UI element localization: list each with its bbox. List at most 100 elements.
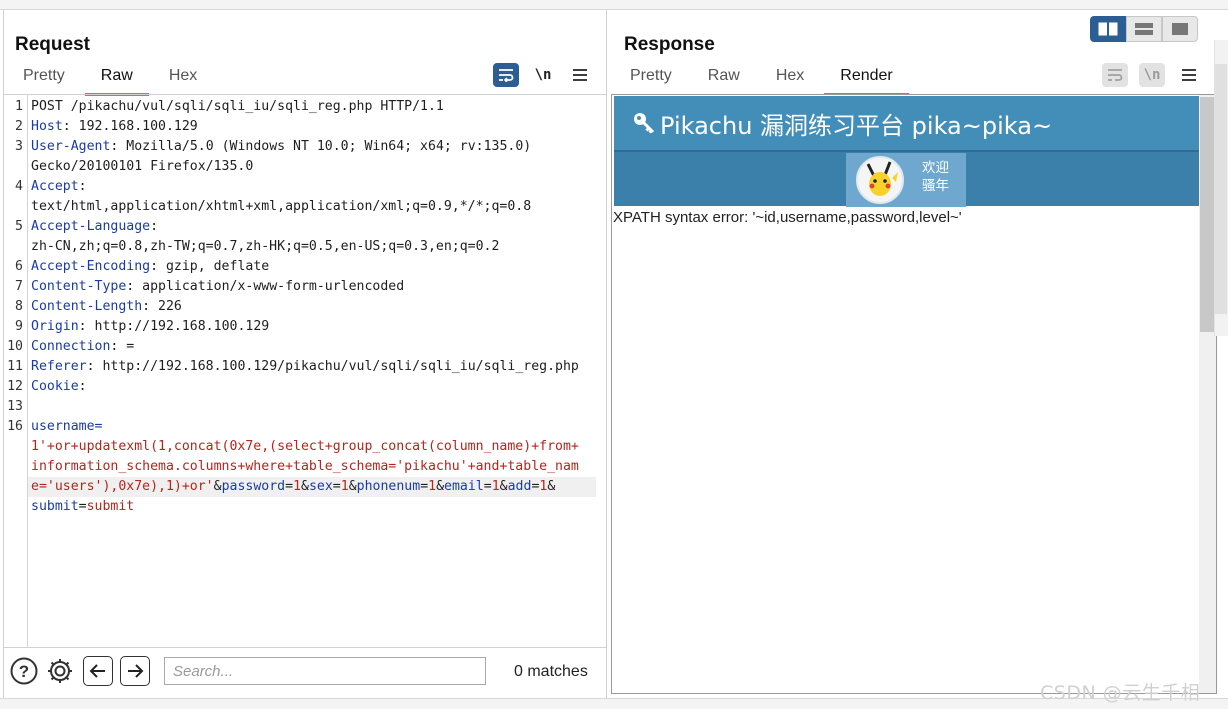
body-param-key: email — [444, 479, 484, 494]
tab-hex[interactable]: Hex — [776, 67, 804, 91]
render-view[interactable]: Pikachu 漏洞练习平台 pika~pika~ 欢迎 骚年 XPATH sy… — [611, 94, 1217, 694]
header-value: 226 — [158, 299, 182, 314]
header-key: Content-Length — [31, 299, 143, 314]
pikachu-header: Pikachu 漏洞练习平台 pika~pika~ — [614, 96, 1199, 150]
header-value: http://192.168.100.129 — [94, 319, 270, 334]
help-icon: ? — [10, 657, 38, 685]
body-param-value: 1 — [293, 479, 302, 494]
request-code: 1 POST /pikachu/vul/sqli/sqli_iu/sqli_reg… — [4, 97, 606, 517]
code-line-highlighted: e='users'),0x7e),1)+or'&password=1&sex=1… — [28, 477, 596, 497]
body-param-username: username= — [31, 419, 103, 434]
header-key: Host — [31, 119, 63, 134]
pikachu-site-title[interactable]: Pikachu 漏洞练习平台 pika~pika~ — [660, 106, 1052, 141]
layout-split-vertical-button[interactable] — [1090, 16, 1126, 42]
tab-render[interactable]: Render — [824, 67, 910, 96]
request-menu-button[interactable] — [567, 63, 593, 87]
line-number: 10 — [7, 339, 23, 354]
body-param-value: 1 — [428, 479, 437, 494]
request-panel: Request Pretty Raw Hex \n 1 POST /pikachu… — [3, 10, 607, 698]
line-number: 1 — [15, 99, 23, 114]
arrow-left-icon — [89, 664, 105, 678]
previous-match-button[interactable] — [83, 656, 113, 686]
render-scrollbar-thumb[interactable] — [1200, 97, 1214, 332]
body-payload: e='users'),0x7e),1)+or' — [31, 479, 214, 494]
show-newlines-button[interactable]: \n — [530, 63, 556, 87]
tab-raw[interactable]: Raw — [84, 67, 149, 96]
next-match-button[interactable] — [120, 656, 150, 686]
single-pane-icon — [1172, 23, 1188, 35]
body-param-key: sex — [308, 479, 333, 494]
code-line: 2 Host: 192.168.100.129 — [4, 117, 606, 137]
header-key: Referer — [31, 359, 87, 374]
tab-pretty[interactable]: Pretty — [630, 67, 672, 91]
key-icon — [634, 113, 655, 134]
body-param-key: add — [507, 479, 532, 494]
word-wrap-icon — [1108, 69, 1123, 81]
line-number: 3 — [15, 139, 23, 154]
header-key: Connection — [31, 339, 111, 354]
param-separator: & — [301, 479, 309, 494]
tab-hex[interactable]: Hex — [169, 67, 197, 91]
tab-raw[interactable]: Raw — [708, 67, 740, 91]
response-menu-button[interactable] — [1176, 63, 1202, 87]
code-line: 6 Accept-Encoding: gzip, deflate — [4, 257, 606, 277]
split-horizontal-icon — [1135, 23, 1153, 35]
param-equals: = — [483, 479, 492, 494]
pikachu-avatar-icon — [866, 161, 898, 196]
header-key: Accept-Encoding — [31, 259, 151, 274]
layout-split-horizontal-button[interactable] — [1126, 16, 1162, 42]
param-equals: = — [420, 479, 429, 494]
body-param-value: submit — [86, 499, 135, 514]
body-params: &password=1&sex=1&phonenum=1&email=1&add… — [214, 479, 556, 494]
code-line: information_schema.columns+where+table_s… — [4, 457, 606, 477]
header-value: http://192.168.100.129/pikachu/vul/sqli/… — [102, 359, 579, 374]
header-key: User-Agent — [31, 139, 111, 154]
line-number: 16 — [7, 419, 23, 434]
code-line: 5 Accept-Language: — [4, 217, 606, 237]
request-editor[interactable]: 1 POST /pikachu/vul/sqli/sqli_iu/sqli_reg… — [4, 94, 606, 648]
user-menu[interactable]: 欢迎 骚年 — [846, 153, 966, 207]
line-number: 9 — [15, 319, 23, 334]
line-number: 8 — [15, 299, 23, 314]
header-value-continuation: text/html,application/xhtml+xml,applicat… — [31, 199, 532, 214]
request-line: POST /pikachu/vul/sqli/sqli_iu/sqli_reg.… — [31, 99, 444, 114]
line-number: 7 — [15, 279, 23, 294]
show-newlines-button[interactable]: \n — [1139, 63, 1165, 87]
avatar — [856, 156, 904, 204]
response-panel: Response Pretty Raw Hex Render \n Pikach… — [608, 10, 1228, 698]
param-separator: & — [348, 479, 357, 494]
line-number: 5 — [15, 219, 23, 234]
header-value: application/x-www-form-urlencoded — [142, 279, 405, 294]
svg-text:?: ? — [19, 662, 29, 681]
split-vertical-icon — [1098, 22, 1118, 36]
header-key: Accept-Language — [31, 219, 151, 234]
help-button[interactable]: ? — [9, 656, 39, 686]
code-line: 16 username= — [4, 417, 606, 437]
word-wrap-button[interactable] — [1102, 63, 1128, 87]
search-input[interactable] — [164, 657, 486, 685]
body-param-key: submit — [31, 499, 79, 514]
welcome-user: 骚年 — [922, 178, 949, 194]
xpath-error-message: XPATH syntax error: '~id,username,passwo… — [613, 209, 962, 226]
line-number: 11 — [7, 359, 23, 374]
window-scrollbar-thumb[interactable] — [1215, 64, 1227, 314]
code-line: zh-CN,zh;q=0.8,zh-TW;q=0.7,zh-HK;q=0.5,e… — [4, 237, 606, 257]
code-line: Gecko/20100101 Firefox/135.0 — [4, 157, 606, 177]
gear-icon — [48, 659, 72, 683]
code-line: 8 Content-Length: 226 — [4, 297, 606, 317]
layout-switcher — [1090, 16, 1198, 42]
header-key: Content-Type — [31, 279, 127, 294]
welcome-line: 欢迎 — [922, 160, 949, 176]
search-bar: ? 0 matches — [4, 649, 606, 697]
search-match-count: 0 matches — [514, 663, 588, 680]
body-param-key: phonenum — [356, 479, 421, 494]
header-key: Accept — [31, 179, 79, 194]
request-tabs: Pretty Raw Hex — [23, 67, 197, 96]
word-wrap-button[interactable] — [493, 63, 519, 87]
hamburger-menu-icon — [573, 69, 587, 81]
settings-button[interactable] — [45, 656, 75, 686]
code-line: 1 POST /pikachu/vul/sqli/sqli_iu/sqli_reg… — [4, 97, 606, 117]
layout-single-pane-button[interactable] — [1162, 16, 1198, 42]
tab-pretty[interactable]: Pretty — [23, 67, 65, 91]
body-payload: information_schema.columns+where+table_s… — [31, 459, 579, 474]
